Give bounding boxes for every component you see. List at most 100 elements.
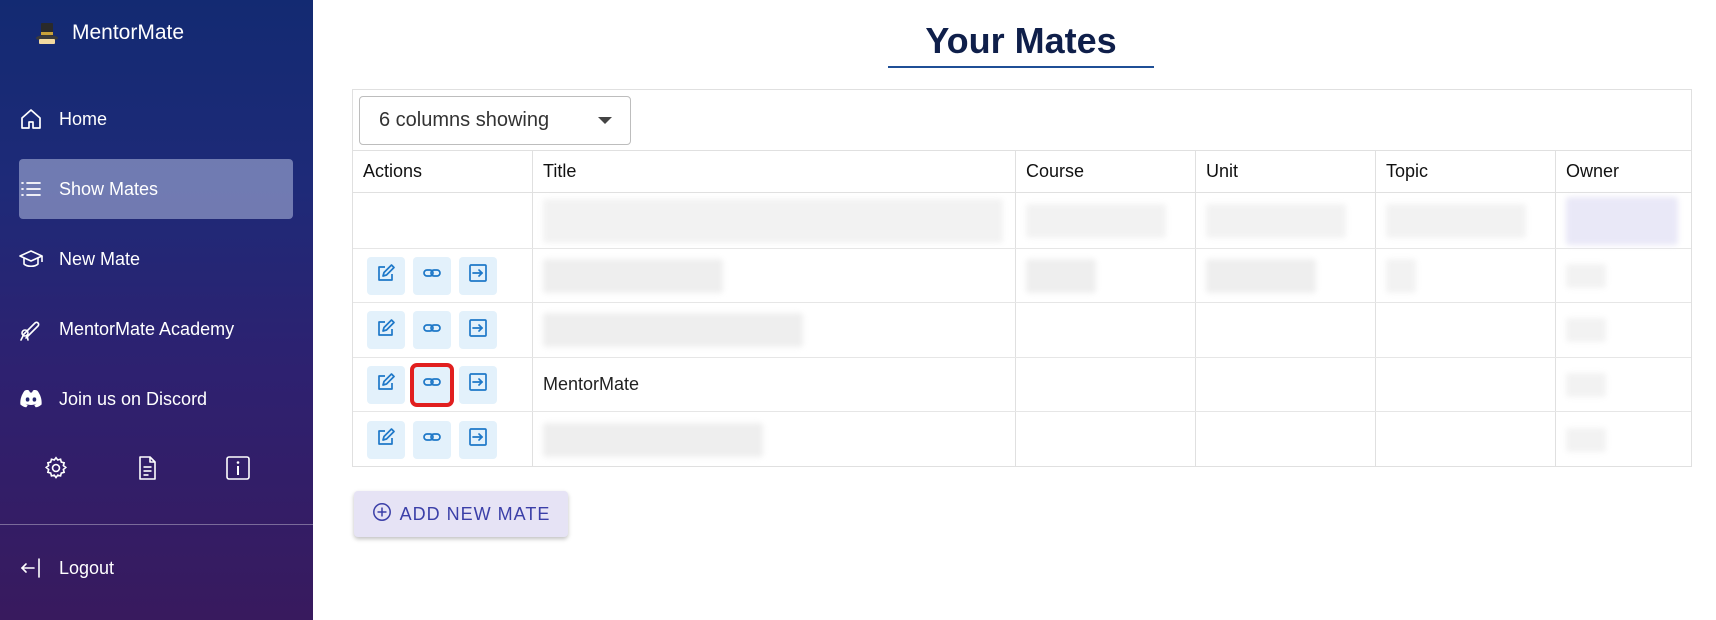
edit-button[interactable] bbox=[367, 420, 405, 459]
logout-icon bbox=[19, 556, 43, 580]
course-cell bbox=[1016, 303, 1196, 357]
table-row bbox=[353, 249, 1691, 303]
mates-table: 6 columns showing Actions Title Course U… bbox=[352, 89, 1692, 467]
column-header-title[interactable]: Title bbox=[533, 151, 1016, 192]
info-icon[interactable] bbox=[224, 454, 252, 482]
link-button[interactable] bbox=[413, 311, 451, 349]
sidebar-item-home[interactable]: Home bbox=[19, 89, 293, 149]
top-hat-icon bbox=[34, 20, 60, 46]
edit-button[interactable] bbox=[367, 256, 405, 295]
open-icon bbox=[468, 263, 488, 288]
edit-icon bbox=[376, 427, 396, 452]
owner-cell bbox=[1556, 249, 1691, 302]
logout-label: Logout bbox=[59, 557, 115, 578]
topic-cell bbox=[1376, 303, 1556, 357]
diploma-icon bbox=[19, 317, 43, 341]
actions-cell bbox=[353, 303, 533, 357]
blurred-content bbox=[1386, 258, 1416, 293]
blurred-content bbox=[543, 198, 1003, 243]
document-icon[interactable] bbox=[133, 454, 161, 482]
gear-icon[interactable] bbox=[42, 454, 70, 482]
unit-cell bbox=[1196, 412, 1376, 467]
table-cell bbox=[533, 193, 1016, 248]
owner-cell bbox=[1556, 412, 1691, 467]
link-icon bbox=[422, 427, 442, 452]
table-row bbox=[353, 303, 1691, 358]
column-header-owner[interactable]: Owner bbox=[1556, 151, 1691, 192]
owner-cell bbox=[1556, 303, 1691, 357]
sidebar-item-show-mates[interactable]: Show Mates bbox=[19, 159, 293, 219]
column-header-topic[interactable]: Topic bbox=[1376, 151, 1556, 192]
title-cell[interactable] bbox=[533, 303, 1016, 357]
link-button[interactable] bbox=[410, 362, 454, 407]
columns-select-label: 6 columns showing bbox=[379, 109, 550, 131]
blurred-content bbox=[543, 258, 723, 293]
caret-down-icon bbox=[598, 117, 612, 124]
open-icon bbox=[468, 372, 488, 397]
columns-select[interactable]: 6 columns showing bbox=[359, 96, 631, 145]
blurred-content bbox=[1566, 196, 1678, 245]
logout-button[interactable]: Logout bbox=[19, 538, 293, 598]
blurred-content bbox=[1566, 263, 1606, 288]
link-icon bbox=[422, 263, 442, 288]
sidebar-item-label: Join us on Discord bbox=[59, 388, 208, 409]
table-row bbox=[353, 412, 1691, 467]
open-button[interactable] bbox=[459, 311, 497, 349]
column-header-actions[interactable]: Actions bbox=[353, 151, 533, 192]
filter-row bbox=[353, 193, 1691, 249]
blurred-content bbox=[1026, 258, 1096, 293]
edit-icon bbox=[376, 372, 396, 397]
column-header-unit[interactable]: Unit bbox=[1196, 151, 1376, 192]
owner-cell bbox=[1556, 358, 1691, 411]
blurred-content bbox=[1386, 203, 1526, 238]
table-toolbar: 6 columns showing bbox=[353, 90, 1691, 151]
course-cell bbox=[1016, 412, 1196, 467]
link-icon bbox=[422, 372, 442, 397]
blurred-content bbox=[1566, 318, 1606, 342]
unit-cell bbox=[1196, 249, 1376, 302]
add-new-mate-button[interactable]: ADD NEW MATE bbox=[354, 491, 568, 537]
actions-cell bbox=[353, 249, 533, 302]
graduation-cap-icon bbox=[19, 247, 43, 271]
blurred-content bbox=[1206, 203, 1346, 238]
sidebar-item-academy[interactable]: MentorMate Academy bbox=[19, 299, 293, 359]
actions-cell bbox=[353, 412, 533, 467]
blurred-content bbox=[1206, 258, 1316, 293]
blurred-content bbox=[543, 422, 763, 457]
discord-icon bbox=[19, 387, 43, 411]
edit-button[interactable] bbox=[367, 311, 405, 349]
table-cell bbox=[1556, 193, 1691, 248]
column-header-course[interactable]: Course bbox=[1016, 151, 1196, 192]
sidebar-item-label: Show Mates bbox=[59, 178, 159, 199]
brand[interactable]: MentorMate bbox=[34, 20, 184, 46]
title-cell[interactable] bbox=[533, 412, 1016, 467]
open-button[interactable] bbox=[459, 365, 497, 404]
course-cell bbox=[1016, 358, 1196, 411]
plus-circle-icon bbox=[372, 502, 392, 527]
edit-button[interactable] bbox=[367, 365, 405, 404]
topic-cell bbox=[1376, 412, 1556, 467]
unit-cell bbox=[1196, 303, 1376, 357]
sidebar-item-discord[interactable]: Join us on Discord bbox=[19, 369, 293, 429]
title-cell[interactable] bbox=[533, 249, 1016, 302]
add-new-mate-label: ADD NEW MATE bbox=[399, 503, 551, 524]
edit-icon bbox=[376, 318, 396, 343]
sidebar-item-new-mate[interactable]: New Mate bbox=[19, 229, 293, 289]
title-cell[interactable]: MentorMate bbox=[533, 358, 1016, 411]
unit-cell bbox=[1196, 358, 1376, 411]
table-header: Actions Title Course Unit Topic Owner bbox=[353, 151, 1691, 193]
brand-name: MentorMate bbox=[72, 21, 185, 44]
table-row: MentorMate bbox=[353, 358, 1691, 412]
sidebar-item-label: Home bbox=[59, 108, 108, 129]
table-cell bbox=[353, 193, 533, 248]
sidebar-item-label: New Mate bbox=[59, 248, 141, 269]
open-button[interactable] bbox=[459, 256, 497, 295]
blurred-content bbox=[1566, 427, 1606, 452]
list-icon bbox=[19, 177, 43, 201]
sidebar: MentorMate Home Show Mates New Mate Ment… bbox=[0, 0, 313, 620]
table-cell bbox=[1376, 193, 1556, 248]
open-button[interactable] bbox=[459, 420, 497, 459]
topic-cell bbox=[1376, 358, 1556, 411]
link-button[interactable] bbox=[413, 420, 451, 459]
link-button[interactable] bbox=[413, 256, 451, 295]
